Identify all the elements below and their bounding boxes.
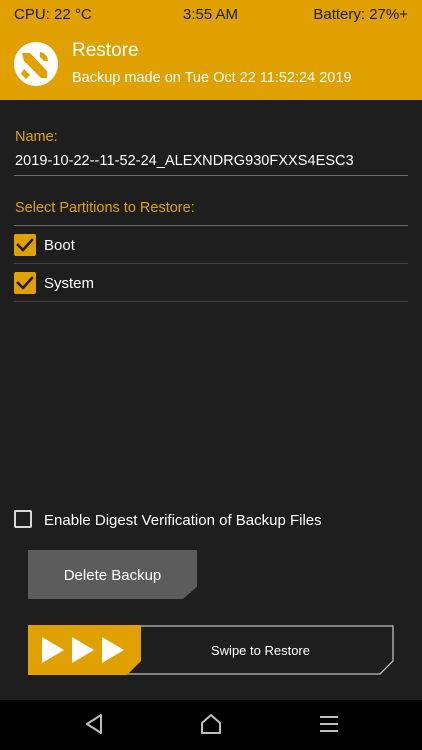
name-field-underline xyxy=(14,175,408,176)
home-icon[interactable] xyxy=(200,713,222,735)
navigation-bar xyxy=(0,700,422,750)
partition-checkbox-system[interactable]: System xyxy=(14,264,408,302)
partitions-label: Select Partitions to Restore: xyxy=(15,200,195,216)
battery-status: Battery: 27%+ xyxy=(313,6,408,23)
name-label: Name: xyxy=(15,129,58,145)
slider-handle[interactable] xyxy=(28,625,141,675)
cpu-temperature: CPU: 22 °C xyxy=(14,6,92,23)
digest-verification-checkbox[interactable]: Enable Digest Verification of Backup Fil… xyxy=(14,508,408,532)
checkbox-unchecked-icon[interactable] xyxy=(14,510,32,528)
checkbox-checked-icon[interactable] xyxy=(14,234,36,256)
backup-date-subtitle: Backup made on Tue Oct 22 11:52:24 2019 xyxy=(72,70,352,86)
checkbox-checked-icon[interactable] xyxy=(14,272,36,294)
menu-lines-icon[interactable] xyxy=(318,713,340,735)
clock: 3:55 AM xyxy=(183,6,239,23)
delete-backup-label: Delete Backup xyxy=(63,567,162,584)
partition-checkbox-boot[interactable]: Boot xyxy=(14,226,408,264)
twrp-logo-icon xyxy=(14,42,58,86)
swipe-to-restore-slider[interactable]: Swipe to Restore xyxy=(28,625,394,675)
digest-verification-label: Enable Digest Verification of Backup Fil… xyxy=(44,512,322,529)
page-title: Restore xyxy=(72,40,139,61)
partition-label: System xyxy=(44,275,95,292)
back-triangle-icon[interactable] xyxy=(84,713,104,735)
status-bar: CPU: 22 °C 3:55 AM Battery: 27%+ xyxy=(0,0,422,28)
triple-arrow-icon xyxy=(40,636,128,664)
row-divider xyxy=(14,301,408,302)
partition-label: Boot xyxy=(44,237,75,254)
backup-name-field[interactable]: 2019-10-22--11-52-24_ALEXNDRG930FXXS4ESC… xyxy=(15,153,354,169)
page-header: Restore Backup made on Tue Oct 22 11:52:… xyxy=(0,28,422,100)
swipe-to-restore-label: Swipe to Restore xyxy=(211,643,310,658)
delete-backup-button[interactable]: Delete Backup xyxy=(28,550,197,599)
